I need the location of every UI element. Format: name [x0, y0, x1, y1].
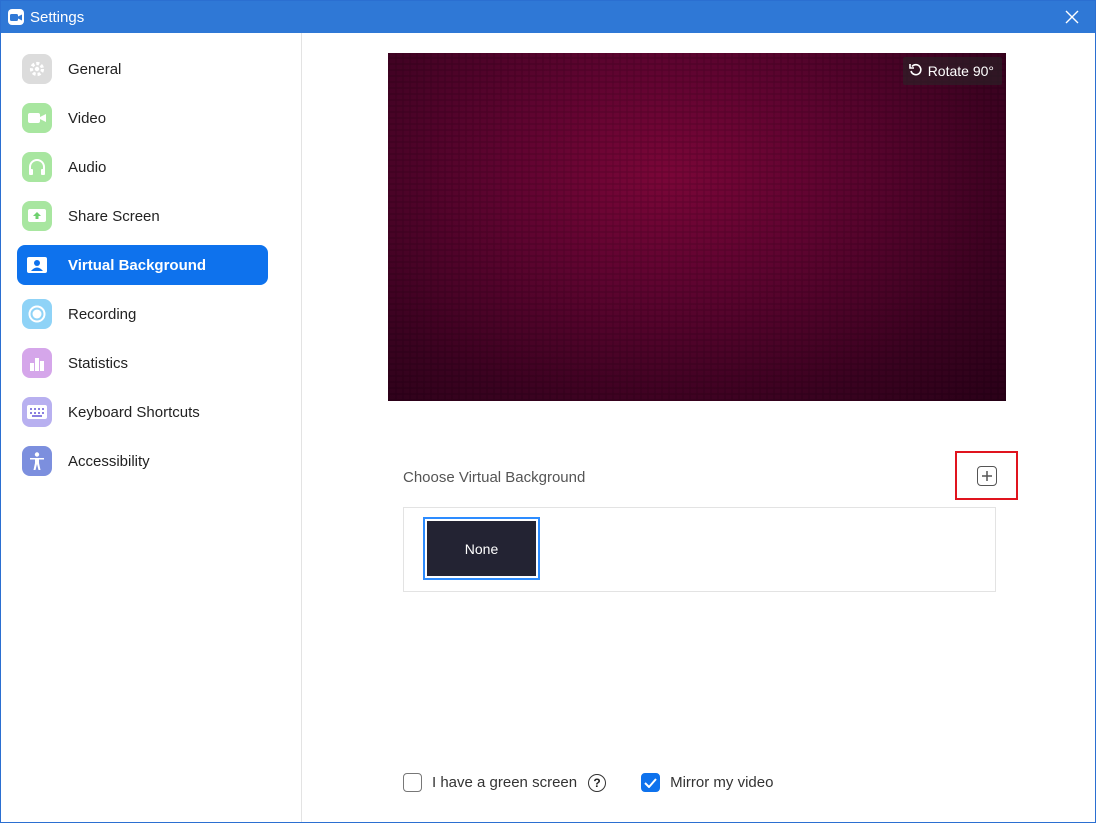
settings-sidebar: General Video Audio Share Screen Virtual… [1, 33, 302, 822]
add-background-highlight [955, 451, 1018, 500]
sidebar-item-keyboard-shortcuts[interactable]: Keyboard Shortcuts [17, 392, 268, 432]
sidebar-item-label: Statistics [68, 354, 129, 372]
virtual-background-panel: Rotate 90° Choose Virtual Background Non… [303, 33, 1095, 822]
choose-background-heading: Choose Virtual Background [403, 469, 586, 486]
bar-chart-icon [22, 348, 52, 378]
sidebar-item-label: General [68, 60, 122, 78]
gear-icon [22, 54, 52, 84]
person-card-icon [22, 250, 52, 280]
sidebar-item-label: Accessibility [68, 452, 150, 470]
rotate-label: Rotate 90° [927, 63, 994, 79]
video-preview: Rotate 90° [388, 53, 1006, 401]
title-bar: Settings [1, 1, 1095, 33]
mirror-video-label: Mirror my video [670, 774, 774, 791]
sidebar-item-label: Video [68, 109, 107, 127]
close-icon[interactable] [1049, 1, 1095, 33]
sidebar-item-statistics[interactable]: Statistics [17, 343, 268, 383]
share-screen-icon [22, 201, 52, 231]
sidebar-item-recording[interactable]: Recording [17, 294, 268, 334]
video-camera-icon [22, 103, 52, 133]
background-item-none[interactable]: None [423, 517, 540, 580]
sidebar-item-label: Virtual Background [68, 256, 207, 274]
keyboard-icon [22, 397, 52, 427]
background-list: None [403, 507, 996, 592]
sidebar-item-label: Audio [68, 158, 107, 176]
options-row: I have a green screen ? Mirror my video [403, 773, 773, 792]
help-icon[interactable]: ? [588, 773, 607, 792]
rotate-icon [908, 63, 923, 80]
headphones-icon [22, 152, 52, 182]
accessibility-icon [22, 446, 52, 476]
record-icon [22, 299, 52, 329]
mirror-video-checkbox[interactable] [641, 773, 661, 792]
rotate-button[interactable]: Rotate 90° [902, 57, 1002, 85]
preview-texture [388, 53, 1006, 401]
sidebar-item-audio[interactable]: Audio [17, 147, 268, 187]
sidebar-item-video[interactable]: Video [17, 98, 268, 138]
green-screen-checkbox[interactable] [403, 773, 422, 792]
zoom-app-icon [8, 9, 24, 25]
sidebar-item-label: Recording [68, 305, 137, 323]
plus-icon[interactable] [976, 465, 997, 486]
checkmark-icon [644, 777, 657, 788]
sidebar-item-label: Share Screen [68, 207, 160, 225]
sidebar-item-label: Keyboard Shortcuts [68, 403, 200, 421]
settings-window: Settings General Video Audio Share Scree… [0, 0, 1096, 823]
sidebar-item-accessibility[interactable]: Accessibility [17, 441, 268, 481]
sidebar-item-virtual-background[interactable]: Virtual Background [17, 245, 268, 285]
background-item-label: None [427, 521, 536, 576]
sidebar-item-general[interactable]: General [17, 49, 268, 89]
sidebar-item-share-screen[interactable]: Share Screen [17, 196, 268, 236]
window-title: Settings [30, 8, 85, 26]
green-screen-label: I have a green screen [432, 774, 578, 791]
